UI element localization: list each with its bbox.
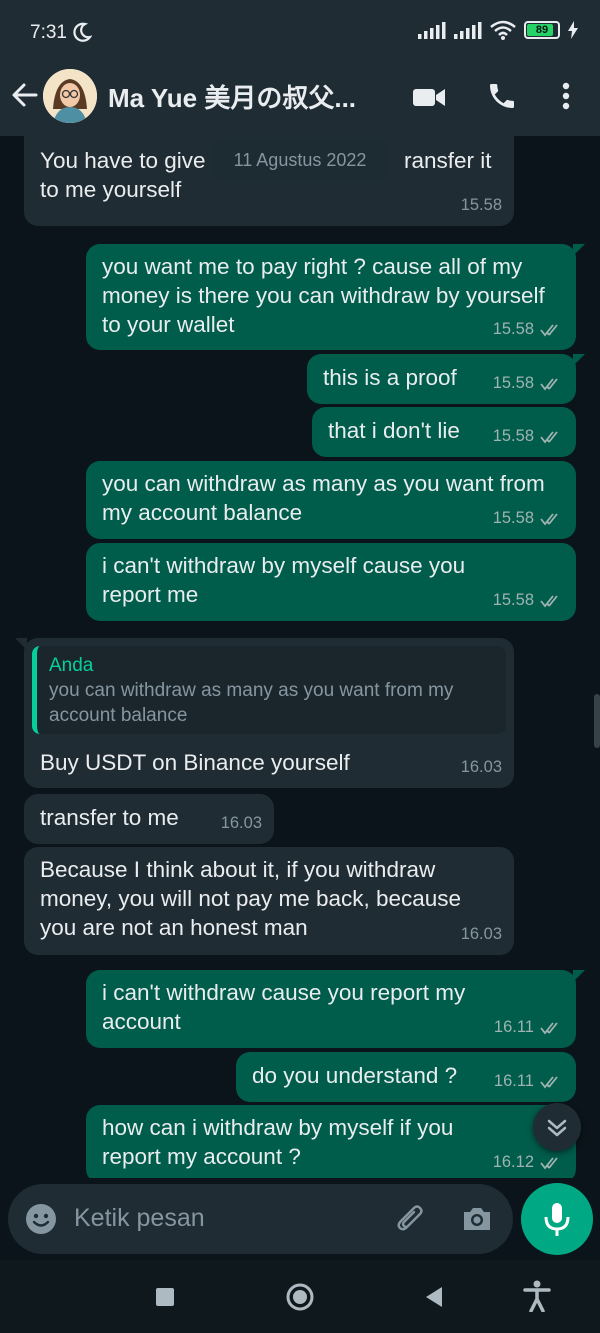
message-bubble-outgoing[interactable]: you want me to pay right ? cause all of … — [86, 244, 585, 350]
message-text: Buy USDT on Binance yourself — [40, 750, 350, 775]
double-check-icon — [540, 512, 558, 525]
phone-icon[interactable] — [486, 80, 518, 112]
chat-header: Ma Yue 美月の叔父... — [0, 66, 600, 136]
message-text: you can withdraw as many as you want fro… — [102, 471, 545, 525]
message-bubble-outgoing[interactable]: i can't withdraw cause you report my acc… — [86, 970, 585, 1048]
double-check-icon — [540, 323, 558, 336]
charging-icon — [568, 21, 578, 39]
system-nav-bar — [0, 1260, 600, 1333]
message-bubble-incoming[interactable]: transfer to me 16.03 — [24, 794, 274, 844]
message-time: 16.12 — [492, 1153, 534, 1171]
contact-name[interactable]: Ma Yue 美月の叔父... — [108, 78, 356, 115]
message-time: 16.03 — [220, 814, 262, 832]
signal-icon — [418, 22, 446, 39]
double-check-icon — [540, 594, 558, 607]
camera-icon[interactable] — [460, 1202, 494, 1236]
arrow-left-icon[interactable] — [10, 80, 40, 110]
wifi-icon — [490, 20, 516, 40]
scrollbar[interactable] — [594, 694, 600, 748]
message-time: 15.58 — [492, 320, 534, 338]
double-check-icon — [540, 1156, 558, 1169]
double-check-icon — [540, 1021, 558, 1034]
message-text-part: ransfer it — [404, 148, 492, 173]
double-check-icon — [540, 1075, 558, 1088]
message-text: i can't withdraw by myself cause you rep… — [102, 553, 466, 607]
message-bubble-outgoing[interactable]: this is a proof 15.58 — [307, 354, 585, 404]
message-text: Because I think about it, if you withdra… — [40, 857, 462, 940]
message-time: 16.03 — [460, 925, 502, 943]
double-check-icon — [540, 430, 558, 443]
message-time: 15.58 — [492, 427, 534, 445]
message-time: 16.11 — [493, 1072, 534, 1090]
message-time: 15.58 — [492, 591, 534, 609]
double-check-icon — [540, 377, 558, 390]
back-nav-icon[interactable] — [424, 1286, 444, 1308]
message-time: 15.58 — [460, 196, 502, 214]
accessibility-icon[interactable] — [522, 1280, 552, 1312]
chat-area[interactable]: You have to give ransfer it to me yourse… — [0, 136, 600, 1178]
quoted-message[interactable]: Anda you can withdraw as many as you wan… — [32, 646, 506, 734]
moon-icon — [73, 22, 92, 42]
status-time: 7:31 — [30, 22, 67, 43]
message-time: 15.58 — [492, 509, 534, 527]
message-text-part: to me yourself — [40, 177, 182, 202]
signal-icon-2 — [454, 22, 482, 39]
date-label: 11 Agustus 2022 — [214, 138, 386, 182]
video-call-icon[interactable] — [412, 80, 446, 114]
emoji-icon[interactable] — [24, 1202, 58, 1236]
message-time: 16.03 — [460, 758, 502, 776]
double-chevron-down-icon — [547, 1119, 567, 1137]
message-text: how can i withdraw by myself if you repo… — [102, 1115, 454, 1169]
message-text: you want me to pay right ? cause all of … — [102, 254, 545, 337]
message-bubble-incoming[interactable]: Anda you can withdraw as many as you wan… — [15, 638, 514, 788]
quote-author: Anda — [49, 655, 94, 676]
mic-icon — [544, 1203, 570, 1236]
message-bubble-outgoing[interactable]: how can i withdraw by myself if you repo… — [86, 1105, 576, 1178]
message-time: 16.11 — [493, 1018, 534, 1036]
home-icon[interactable] — [285, 1282, 315, 1312]
message-text: i can't withdraw cause you report my acc… — [102, 980, 466, 1034]
battery-level: 89 — [535, 24, 549, 36]
message-input[interactable]: Ketik pesan — [74, 1204, 205, 1233]
mic-button[interactable] — [521, 1183, 593, 1255]
message-time: 15.58 — [492, 374, 534, 392]
paperclip-icon[interactable] — [394, 1202, 428, 1236]
more-vert-icon[interactable] — [552, 80, 580, 112]
message-bubble-outgoing[interactable]: i can't withdraw by myself cause you rep… — [86, 543, 576, 621]
scroll-to-bottom-button[interactable] — [533, 1103, 581, 1151]
message-bubble-outgoing[interactable]: that i don't lie 15.58 — [312, 407, 576, 457]
status-bar: 7:31 89 — [0, 0, 600, 66]
message-composer[interactable]: Ketik pesan — [8, 1184, 513, 1254]
message-bubble-incoming[interactable]: Because I think about it, if you withdra… — [24, 847, 514, 955]
quote-text: you can withdraw as many as you want fro… — [49, 680, 454, 726]
recent-apps-icon[interactable] — [155, 1287, 175, 1307]
battery-icon: 89 — [524, 21, 560, 39]
message-bubble-outgoing[interactable]: do you understand ? 16.11 — [236, 1052, 576, 1102]
message-text-part: You have to give — [40, 148, 206, 173]
message-bubble-outgoing[interactable]: you can withdraw as many as you want fro… — [86, 461, 576, 539]
avatar[interactable] — [43, 69, 97, 123]
